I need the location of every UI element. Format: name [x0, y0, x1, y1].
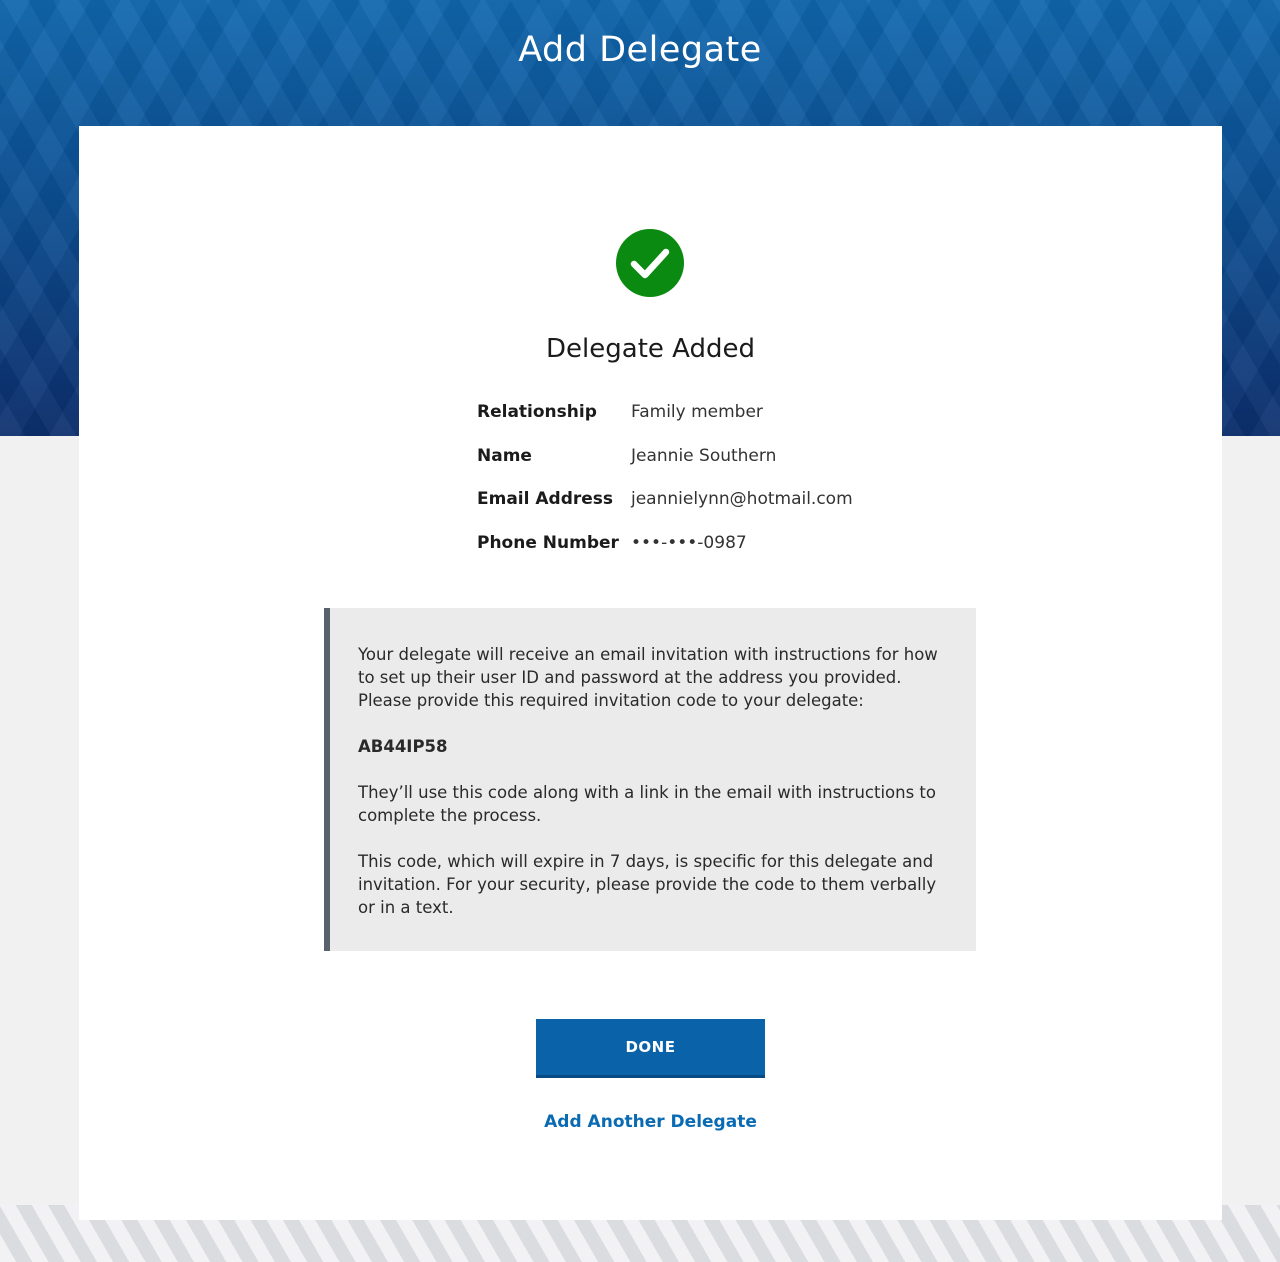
detail-value: •••-•••-0987: [631, 532, 747, 553]
detail-row-email: Email Address jeannielynn@hotmail.com: [477, 489, 937, 533]
detail-value: Family member: [631, 402, 763, 422]
invitation-code: AB44IP58: [358, 737, 448, 756]
page-title: Add Delegate: [518, 30, 762, 70]
invitation-info-box: Your delegate will receive an email invi…: [324, 608, 976, 951]
delegate-details: Relationship Family member Name Jeannie …: [477, 402, 937, 576]
add-another-delegate-link[interactable]: Add Another Delegate: [79, 1112, 1222, 1132]
detail-label: Phone Number: [477, 532, 619, 553]
confirmation-card: Delegate Added Relationship Family membe…: [79, 126, 1222, 1220]
detail-row-name: Name Jeannie Southern: [477, 446, 937, 490]
info-paragraph: This code, which will expire in 7 days, …: [358, 852, 937, 917]
detail-row-relationship: Relationship Family member: [477, 402, 937, 446]
detail-value: Jeannie Southern: [631, 445, 777, 466]
detail-row-phone: Phone Number •••-•••-0987: [477, 533, 937, 577]
info-paragraph: Your delegate will receive an email invi…: [358, 645, 938, 710]
confirmation-title: Delegate Added: [546, 334, 755, 364]
detail-label: Email Address: [477, 489, 614, 509]
done-button[interactable]: DONE: [536, 1019, 765, 1078]
detail-value: jeannielynn@hotmail.com: [631, 489, 853, 509]
detail-label: Relationship: [477, 402, 597, 422]
check-circle-icon: [616, 229, 684, 297]
detail-label: Name: [477, 445, 532, 466]
info-paragraph: They’ll use this code along with a link …: [358, 783, 936, 825]
